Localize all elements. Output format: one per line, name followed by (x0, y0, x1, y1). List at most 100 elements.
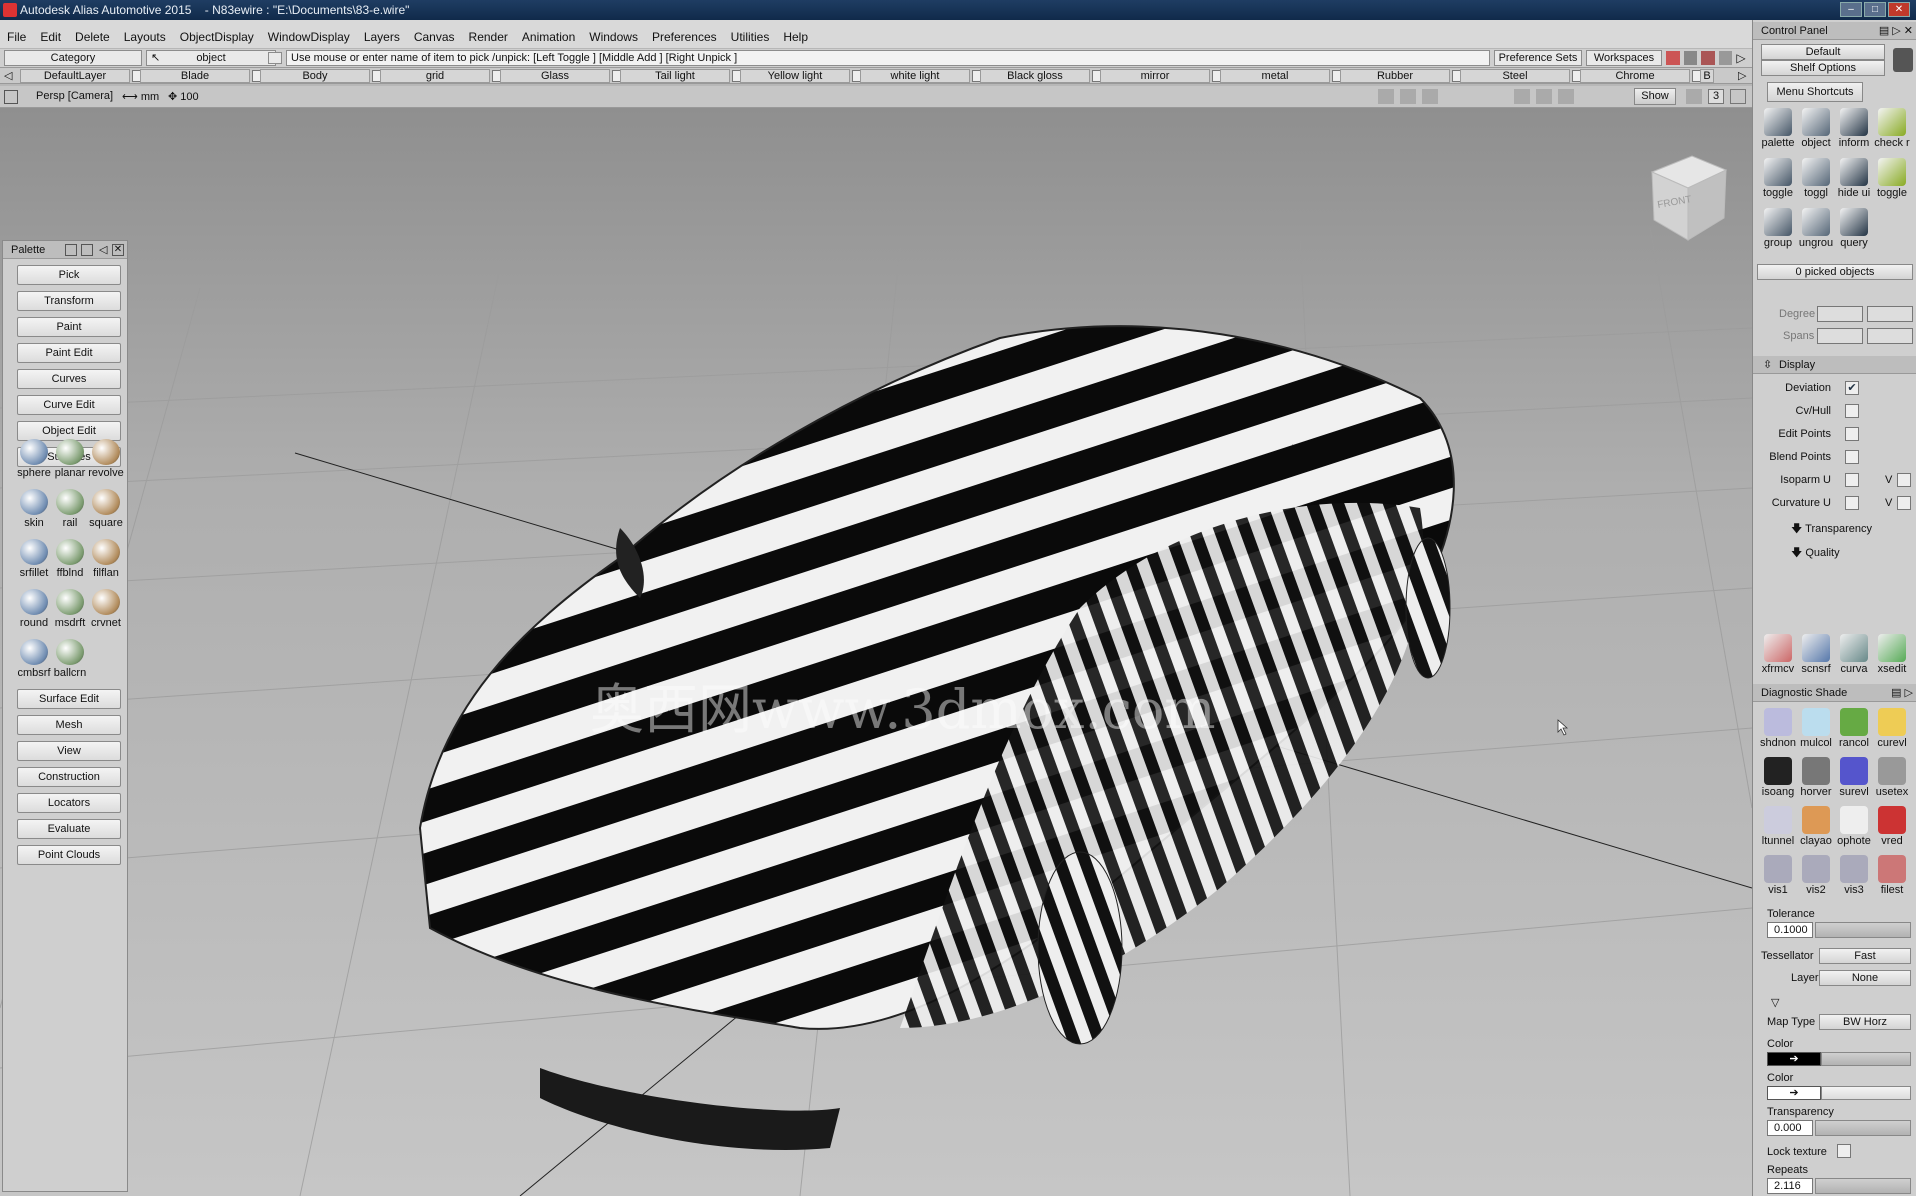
preference-sets-button[interactable]: Preference Sets (1494, 50, 1582, 66)
palette-tool-skin[interactable]: skin (15, 489, 53, 529)
palette-button-curves[interactable]: Curves (17, 369, 121, 389)
palette-tool-crvnet[interactable]: crvnet (87, 589, 125, 629)
display-checkbox-2[interactable] (1845, 427, 1859, 441)
lock-texture-checkbox[interactable] (1837, 1144, 1851, 1158)
shortcut-toggle[interactable]: toggle (1759, 158, 1797, 199)
display-checkbox-0[interactable]: ✔ (1845, 381, 1859, 395)
view-cube[interactable]: FRONT (1650, 155, 1728, 241)
palette-button-object-edit[interactable]: Object Edit (17, 421, 121, 441)
tool-xfrmcv[interactable]: xfrmcv (1759, 634, 1797, 675)
diag-usetex[interactable]: usetex (1873, 757, 1911, 798)
shelf-item-9[interactable]: mirror (1100, 69, 1210, 83)
color-swatch-white[interactable]: ➔ (1767, 1086, 1821, 1100)
diag-ltunnel[interactable]: ltunnel (1759, 806, 1797, 847)
display-checkbox-3[interactable] (1845, 450, 1859, 464)
picked-objects-dropdown[interactable]: 0 picked objects (1757, 264, 1913, 280)
menu-layouts[interactable]: Layouts (117, 26, 173, 48)
palette-button-paint-edit[interactable]: Paint Edit (17, 343, 121, 363)
shortcut-check-r[interactable]: check r (1873, 108, 1911, 149)
close-button[interactable]: ✕ (1888, 2, 1910, 17)
settings-icon[interactable] (1718, 51, 1733, 65)
shelf-item-6[interactable]: Yellow light (740, 69, 850, 83)
repeats-slider[interactable] (1815, 1178, 1911, 1194)
minimize-button[interactable]: – (1840, 2, 1862, 17)
palette-button-point-clouds[interactable]: Point Clouds (17, 845, 121, 865)
diag-isoang[interactable]: isoang (1759, 757, 1797, 798)
palette-collapse-icon[interactable]: ◁ (99, 243, 107, 256)
arrow-right-icon[interactable]: ▷ (1736, 51, 1746, 65)
object-field[interactable]: ↖ object (146, 50, 276, 66)
move-icon[interactable] (1558, 89, 1574, 104)
zoom-icon[interactable] (1422, 89, 1438, 104)
palette-resize-icon[interactable] (65, 244, 77, 256)
menu-utilities[interactable]: Utilities (724, 26, 777, 48)
palette-tool-msdrft[interactable]: msdrft (51, 589, 89, 629)
maximize-view-icon[interactable] (1730, 89, 1746, 104)
palette-tool-filflan[interactable]: filflan (87, 539, 125, 579)
diag-ophote[interactable]: ophote (1835, 806, 1873, 847)
shortcut-ungrou[interactable]: ungrou (1797, 208, 1835, 249)
tolerance-slider[interactable] (1815, 922, 1911, 938)
diag-vred[interactable]: vred (1873, 806, 1911, 847)
palette-tool-round[interactable]: round (15, 589, 53, 629)
tool-xsedit[interactable]: xsedit (1873, 634, 1911, 675)
spans-field-2[interactable] (1867, 328, 1913, 344)
shortcut-palette[interactable]: palette (1759, 108, 1797, 149)
diag-vis2[interactable]: vis2 (1797, 855, 1835, 896)
toolbox-icon[interactable] (1666, 51, 1680, 65)
shelf-item-10[interactable]: metal (1220, 69, 1330, 83)
trash-icon[interactable] (1893, 48, 1913, 72)
tessellator-dropdown[interactable]: Fast (1819, 948, 1911, 964)
workspaces-button[interactable]: Workspaces (1586, 50, 1662, 66)
display-section[interactable]: ⇳ Display (1753, 356, 1916, 374)
palette-tool-ballcrn[interactable]: ballcrn (51, 639, 89, 679)
display-checkbox-4[interactable] (1845, 473, 1859, 487)
shelf-item-3[interactable]: grid (380, 69, 490, 83)
map-type-dropdown[interactable]: BW Horz (1819, 1014, 1911, 1030)
tools-icon[interactable] (1701, 51, 1715, 65)
display-checkbox-5[interactable] (1845, 496, 1859, 510)
shelf-item-14[interactable]: B (1700, 69, 1714, 83)
layout-icon[interactable] (1686, 89, 1702, 104)
shelf-right-arrow-icon[interactable]: ▷ (1738, 69, 1746, 82)
transparency-field[interactable]: 0.000 (1767, 1120, 1813, 1136)
shelf-item-11[interactable]: Rubber (1340, 69, 1450, 83)
diag-menu-icon[interactable]: ▤ ▷ (1891, 684, 1913, 702)
display-checkbox-1[interactable] (1845, 404, 1859, 418)
tool-curva[interactable]: curva (1835, 634, 1873, 675)
menu-delete[interactable]: Delete (68, 26, 117, 48)
palette-tool-square[interactable]: square (87, 489, 125, 529)
diag-rancol[interactable]: rancol (1835, 708, 1873, 749)
palette-tool-planar[interactable]: planar (51, 439, 89, 479)
shelf-item-0[interactable]: DefaultLayer (20, 69, 130, 83)
render-icon[interactable] (1400, 89, 1416, 104)
transparency-expander[interactable]: 🡇 Transparency (1791, 520, 1872, 539)
shortcut-group[interactable]: group (1759, 208, 1797, 249)
palette-button-pick[interactable]: Pick (17, 265, 121, 285)
diag-mulcol[interactable]: mulcol (1797, 708, 1835, 749)
diag-clayao[interactable]: clayao (1797, 806, 1835, 847)
shade-icon[interactable] (1536, 89, 1552, 104)
color-swatch-black[interactable]: ➔ (1767, 1052, 1821, 1066)
palette-button-curve-edit[interactable]: Curve Edit (17, 395, 121, 415)
diag-surevl[interactable]: surevl (1835, 757, 1873, 798)
menu-windows[interactable]: Windows (582, 26, 645, 48)
shortcut-toggle[interactable]: toggle (1873, 158, 1911, 199)
shelf-item-12[interactable]: Steel (1460, 69, 1570, 83)
palette-tool-ffblnd[interactable]: ffblnd (51, 539, 89, 579)
v-checkbox-5[interactable] (1897, 496, 1911, 510)
category-field[interactable]: Category (4, 50, 142, 66)
palette-tool-revolve[interactable]: revolve (87, 439, 125, 479)
shortcut-hide-ui[interactable]: hide ui (1835, 158, 1873, 199)
menu-render[interactable]: Render (462, 26, 515, 48)
diag-vis3[interactable]: vis3 (1835, 855, 1873, 896)
palette-button-locators[interactable]: Locators (17, 793, 121, 813)
shelf-item-5[interactable]: Tail light (620, 69, 730, 83)
shelf-item-7[interactable]: white light (860, 69, 970, 83)
transparency-slider[interactable] (1815, 1120, 1911, 1136)
palette-close-icon[interactable]: ✕ (112, 244, 124, 256)
menu-shortcuts-tab[interactable]: Menu Shortcuts (1767, 82, 1863, 102)
prompt-line[interactable]: Use mouse or enter name of item to pick … (286, 50, 1490, 66)
menu-objectdisplay[interactable]: ObjectDisplay (173, 26, 261, 48)
degree-field[interactable] (1817, 306, 1863, 322)
